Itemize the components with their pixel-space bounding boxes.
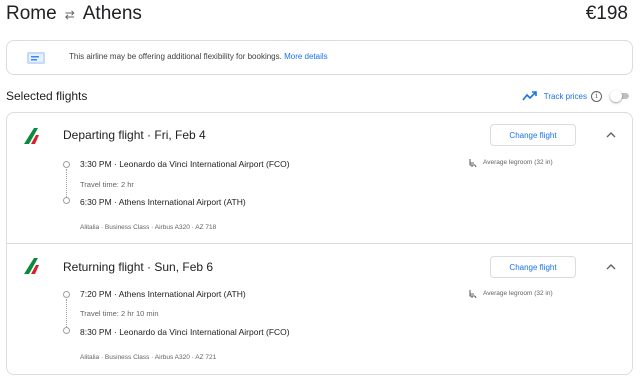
route-header: Rome ⇄ Athens xyxy=(6,2,142,26)
legroom-label: Average legroom (32 in) xyxy=(483,290,553,297)
more-details-link[interactable]: More details xyxy=(284,52,328,61)
arrival-point-icon xyxy=(63,327,70,334)
legroom-info: Average legroom (32 in) xyxy=(468,289,553,299)
chevron-up-icon[interactable] xyxy=(605,261,617,273)
route-line xyxy=(66,169,67,199)
track-prices-label[interactable]: Track prices xyxy=(544,92,587,101)
selected-flights-title: Selected flights xyxy=(6,89,88,103)
seat-icon xyxy=(469,159,477,168)
origin-city: Rome xyxy=(6,3,57,24)
swap-arrows-icon: ⇄ xyxy=(64,8,75,22)
alitalia-logo xyxy=(24,258,39,274)
info-icon[interactable]: i xyxy=(591,90,602,102)
change-returning-flight-button[interactable]: Change flight xyxy=(490,256,576,278)
alitalia-logo xyxy=(24,128,39,144)
change-departing-flight-button[interactable]: Change flight xyxy=(490,124,576,146)
flight-details: Alitalia · Business Class · Airbus A320 … xyxy=(80,224,217,231)
returning-flight-title: Returning flight · Sun, Feb 6 xyxy=(63,260,214,274)
legroom-info: Average legroom (32 in) xyxy=(468,158,553,168)
flexibility-notice: This airline may be offering additional … xyxy=(6,40,633,75)
seat-icon xyxy=(469,290,477,299)
destination-city: Athens xyxy=(82,3,142,24)
departing-flight-title: Departing flight · Fri, Feb 4 xyxy=(63,128,206,142)
arrival-point-icon xyxy=(63,197,70,204)
toggle-knob xyxy=(610,90,622,102)
departure-point-icon xyxy=(63,161,70,168)
flight-details: Alitalia · Business Class · Airbus A320 … xyxy=(80,354,217,361)
track-prices: Track prices i xyxy=(522,88,630,104)
selected-flights-card: Departing flight · Fri, Feb 4 Change fli… xyxy=(6,112,633,375)
chevron-up-icon[interactable] xyxy=(605,129,617,141)
departure-info: 7:20 PM · Athens International Airport (… xyxy=(80,289,246,299)
travel-time: Travel time: 2 hr 10 min xyxy=(80,309,159,318)
returning-flight-section: Returning flight · Sun, Feb 6 Change fli… xyxy=(7,243,632,376)
travel-time: Travel time: 2 hr xyxy=(80,180,134,189)
track-prices-toggle[interactable] xyxy=(610,90,630,102)
route-line xyxy=(66,299,67,329)
notice-text: This airline may be offering additional … xyxy=(69,52,282,61)
arrival-info: 8:30 PM · Leonardo da Vinci Internationa… xyxy=(80,327,290,337)
departing-flight-section: Departing flight · Fri, Feb 4 Change fli… xyxy=(7,113,632,243)
total-price: €198 xyxy=(585,3,628,24)
departure-info: 3:30 PM · Leonardo da Vinci Internationa… xyxy=(80,159,290,169)
arrival-info: 6:30 PM · Athens International Airport (… xyxy=(80,197,246,207)
notice-message: This airline may be offering additional … xyxy=(69,51,328,63)
ticket-icon xyxy=(27,52,45,64)
legroom-label: Average legroom (32 in) xyxy=(483,159,553,166)
trending-icon xyxy=(522,91,537,101)
departure-point-icon xyxy=(63,291,70,298)
